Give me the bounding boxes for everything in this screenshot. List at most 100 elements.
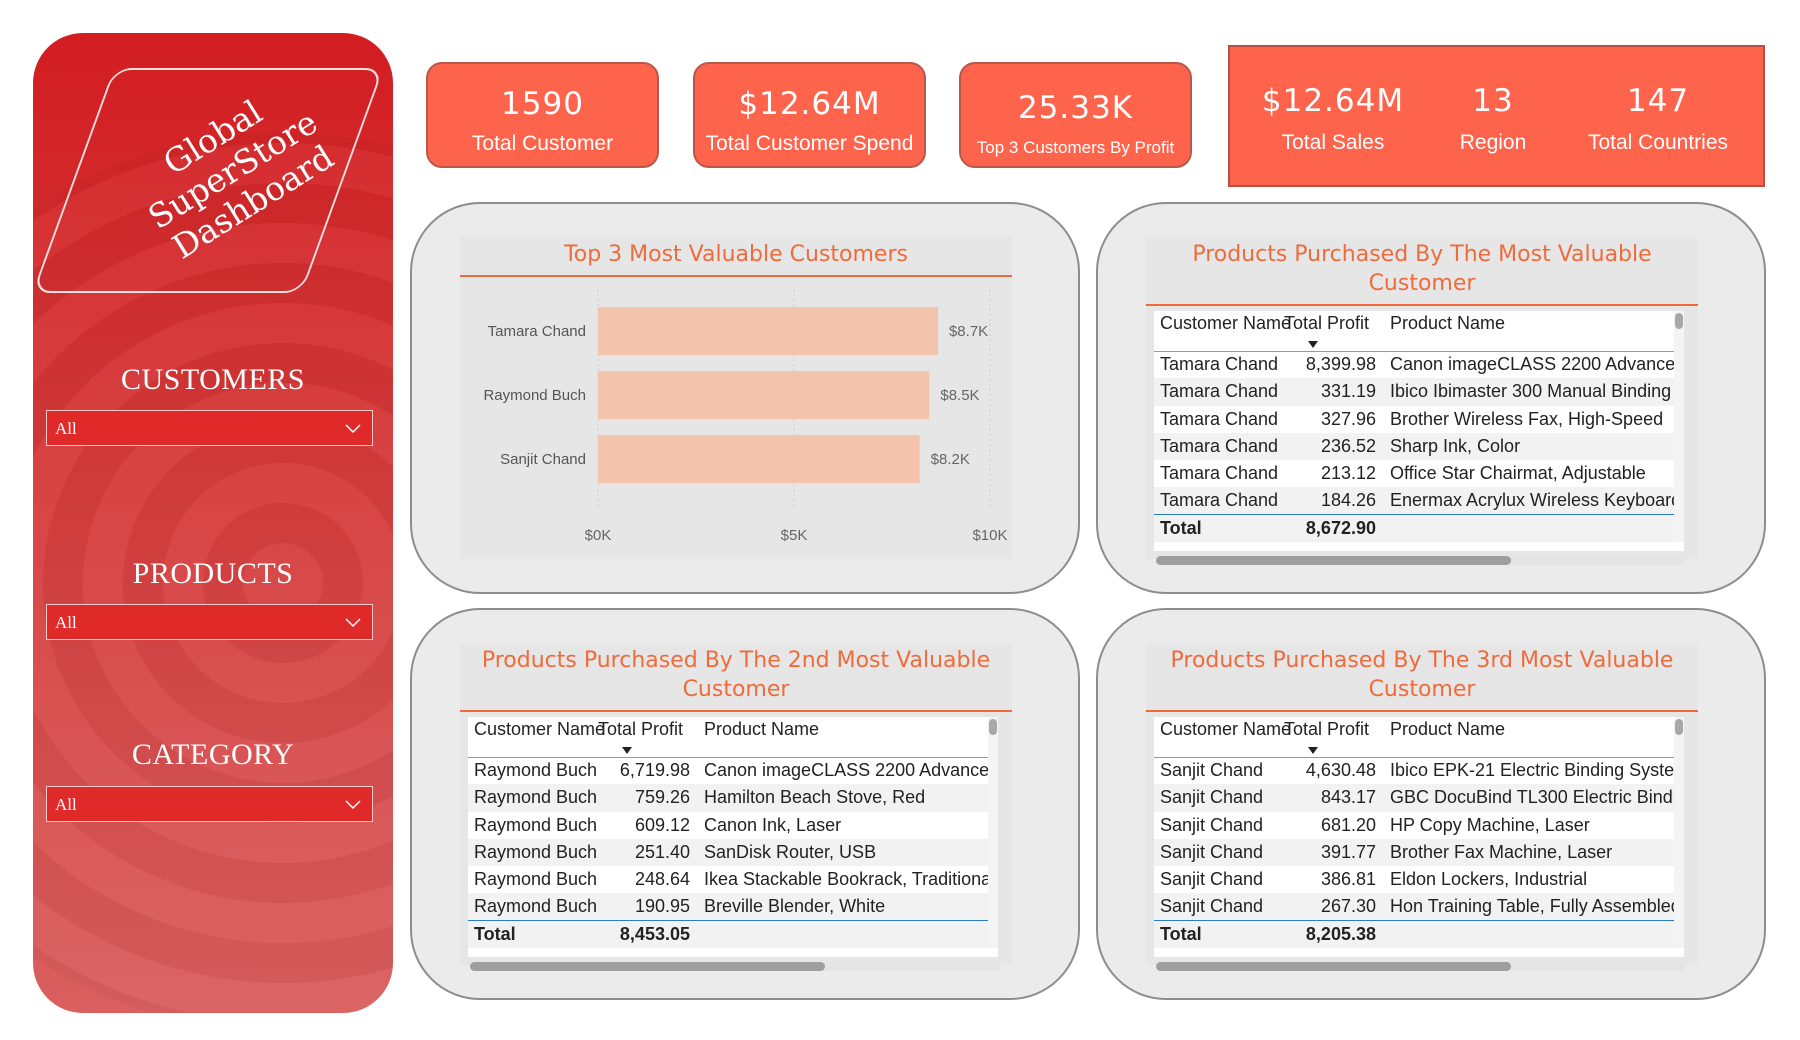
y-category-label: Sanjit Chand [500, 451, 586, 468]
table-row[interactable]: Tamara Chand 331.19 Ibico Ibimaster 300 Ma… [1154, 378, 1684, 406]
cell-total-profit: 190.95 [598, 893, 698, 921]
cell-customer-name: Tamara Chand [1160, 463, 1279, 484]
table-row[interactable]: Raymond Buch 759.26 Hamilton Beach Stove, … [468, 784, 998, 812]
table-row[interactable]: Tamara Chand 236.52 Sharp Ink, Color [1154, 432, 1684, 461]
table-row[interactable]: Tamara Chand 184.26 Enermax Acrylux Wirele… [1154, 487, 1684, 515]
column-header-customer-name[interactable]: Customer Name [1154, 311, 1291, 351]
kpi-top3-customers-profit: 25.33K Top 3 Customers By Profit [959, 62, 1192, 168]
table-row[interactable]: Raymond Buch 251.40 SanDisk Router, USB [468, 838, 998, 867]
vertical-scroll-thumb[interactable] [1675, 719, 1683, 735]
table-title-line: Customer [1368, 677, 1476, 702]
chart-visual: Top 3 Most Valuable Customers $0K $5K $10K… [460, 237, 1012, 559]
column-header-total-profit[interactable]: Total Profit [598, 717, 698, 757]
total-value: 8,672.90 [1284, 514, 1384, 543]
cell-product-name: Ibico Ibimaster 300 Manual Binding Syste… [1384, 378, 1684, 406]
kpi-label: Total Customer Spend [705, 132, 914, 155]
table-row[interactable]: Raymond Buch 6,719.98 Canon imageCLASS 220… [468, 757, 998, 784]
bar [598, 435, 920, 483]
total-empty-cell [698, 920, 998, 949]
bar [598, 371, 930, 419]
column-header-product-name[interactable]: Product Name [1384, 717, 1684, 757]
table-visual: Products Purchased By The 3rd Most Valua… [1146, 643, 1698, 971]
cell-total-profit: 8,399.98 [1305, 354, 1376, 375]
table-title-line: Customer [1368, 271, 1476, 296]
cell-product-name: Enermax Acrylux Wireless Keyboard [1384, 487, 1684, 515]
total-value: 8,453.05 [598, 920, 698, 949]
table-row[interactable]: Raymond Buch 190.95 Breville Blender, Whit… [468, 893, 998, 921]
top-customers-bar-chart: $0K $5K $10K Tamara Chand $8.7K Raymond Buch $… [483, 289, 1008, 544]
sort-descending-icon[interactable] [622, 747, 632, 754]
cell-customer-name: Raymond Buch [468, 893, 598, 921]
table-row[interactable]: Sanjit Chand 386.81 Eldon Lockers, Industr… [1154, 866, 1684, 893]
third-valuable-customer-panel: Products Purchased By The 3rd Most Valua… [1096, 608, 1766, 1000]
sort-descending-icon[interactable] [1308, 341, 1318, 348]
cell-total-profit: 236.52 [1284, 432, 1384, 461]
y-category-label: Raymond Buch [483, 387, 586, 404]
table-row[interactable]: Sanjit Chand 267.30 Hon Training Table, Fu… [1154, 893, 1684, 921]
table-row[interactable]: Tamara Chand 213.12 Office Star Chairmat, … [1154, 460, 1684, 487]
x-tick-label: $0K [585, 527, 612, 544]
table-row[interactable]: Raymond Buch 248.64 Ikea Stackable Bookrac… [468, 866, 998, 893]
cell-total-profit: 391.77 [1284, 838, 1384, 867]
table-title: Products Purchased By The 3rd Most Valua… [1146, 643, 1698, 712]
horizontal-scrollbar[interactable] [1156, 962, 1686, 971]
kpi-region: 13 Region [1408, 47, 1578, 155]
table-row[interactable]: Tamara Chand 8,399.98 Canon imageCLASS 220… [1154, 351, 1684, 378]
cell-product-name: Sharp Ink, Color [1384, 432, 1684, 461]
kpi-value: $12.64M [1261, 83, 1405, 119]
cell-customer-name: Raymond Buch [468, 784, 598, 812]
cell-total-profit: 6,719.98 [619, 760, 690, 781]
vertical-scrollbar[interactable] [988, 717, 998, 947]
products-filter-dropdown[interactable]: All [46, 604, 373, 640]
vertical-scroll-thumb[interactable] [989, 719, 997, 735]
cell-customer-name: Tamara Chand [1154, 378, 1284, 406]
total-value: 8,205.38 [1284, 920, 1384, 949]
horizontal-scroll-thumb[interactable] [1156, 556, 1511, 565]
vertical-scroll-thumb[interactable] [1675, 313, 1683, 329]
table-visual: Products Purchased By The 2nd Most Valua… [460, 643, 1012, 971]
vertical-scrollbar[interactable] [1674, 717, 1684, 947]
table-row[interactable]: Sanjit Chand 681.20 HP Copy Machine, Laser [1154, 812, 1684, 839]
column-header-customer-name[interactable]: Customer Name [468, 717, 605, 757]
cell-customer-name: Tamara Chand [1154, 432, 1284, 461]
table-row[interactable]: Sanjit Chand 391.77 Brother Fax Machine, L… [1154, 838, 1684, 867]
cell-customer-name: Sanjit Chand [1154, 838, 1284, 867]
cell-product-name: Canon Ink, Laser [704, 814, 842, 835]
kpi-label: Top 3 Customers By Profit [976, 138, 1175, 157]
sidebar: Global SuperStore Dashboard CUSTOMERS Al… [33, 33, 393, 1013]
column-header-product-name[interactable]: Product Name [698, 717, 998, 757]
cell-product-name: Canon imageCLASS 2200 Advanced Copier [704, 760, 998, 781]
customers-filter-label: CUSTOMERS [120, 363, 305, 396]
data-table: Customer Name Total Profit Product Name Ray… [468, 717, 998, 949]
column-header-total-profit[interactable]: Total Profit [1284, 717, 1384, 757]
table-row[interactable]: Raymond Buch 609.12 Canon Ink, Laser [468, 812, 998, 839]
kpi-value: 25.33K [1017, 90, 1134, 126]
top-customers-chart-panel: Top 3 Most Valuable Customers $0K $5K $10K… [410, 202, 1080, 594]
table-header-row: Customer Name Total Profit Product Name [1154, 717, 1684, 757]
customers-filter-value: All [55, 419, 77, 438]
column-header-total-profit[interactable]: Total Profit [1284, 311, 1384, 351]
table-header-row: Customer Name Total Profit Product Name [468, 717, 998, 757]
horizontal-scroll-thumb[interactable] [1156, 962, 1511, 971]
table-row[interactable]: Sanjit Chand 4,630.48 Ibico EPK-21 Electri… [1154, 757, 1684, 784]
category-filter-dropdown[interactable]: All [46, 786, 373, 822]
table-total-row: Total 8,205.38 [1154, 920, 1684, 949]
sort-descending-icon[interactable] [1308, 747, 1318, 754]
table-row[interactable]: Sanjit Chand 843.17 GBC DocuBind TL300 Ele… [1154, 784, 1684, 812]
products-filter-label: PRODUCTS [132, 557, 294, 590]
cell-customer-name: Raymond Buch [474, 814, 598, 835]
cell-customer-name: Raymond Buch [474, 760, 598, 781]
kpi-total-countries: 147 Total Countries [1568, 47, 1748, 155]
kpi-value: 13 [1472, 83, 1514, 119]
horizontal-scroll-thumb[interactable] [470, 962, 825, 971]
customers-filter-dropdown[interactable]: All [46, 410, 373, 446]
column-header-customer-name[interactable]: Customer Name [1154, 717, 1291, 757]
vertical-scrollbar[interactable] [1674, 311, 1684, 541]
horizontal-scrollbar[interactable] [1156, 556, 1686, 565]
products-filter-value: All [55, 613, 77, 632]
table-row[interactable]: Tamara Chand 327.96 Brother Wireless Fax, … [1154, 406, 1684, 433]
horizontal-scrollbar[interactable] [470, 962, 1000, 971]
cell-customer-name: Sanjit Chand [1154, 784, 1284, 812]
bar-data-label: $8.7K [949, 323, 988, 340]
column-header-product-name[interactable]: Product Name [1384, 311, 1684, 351]
